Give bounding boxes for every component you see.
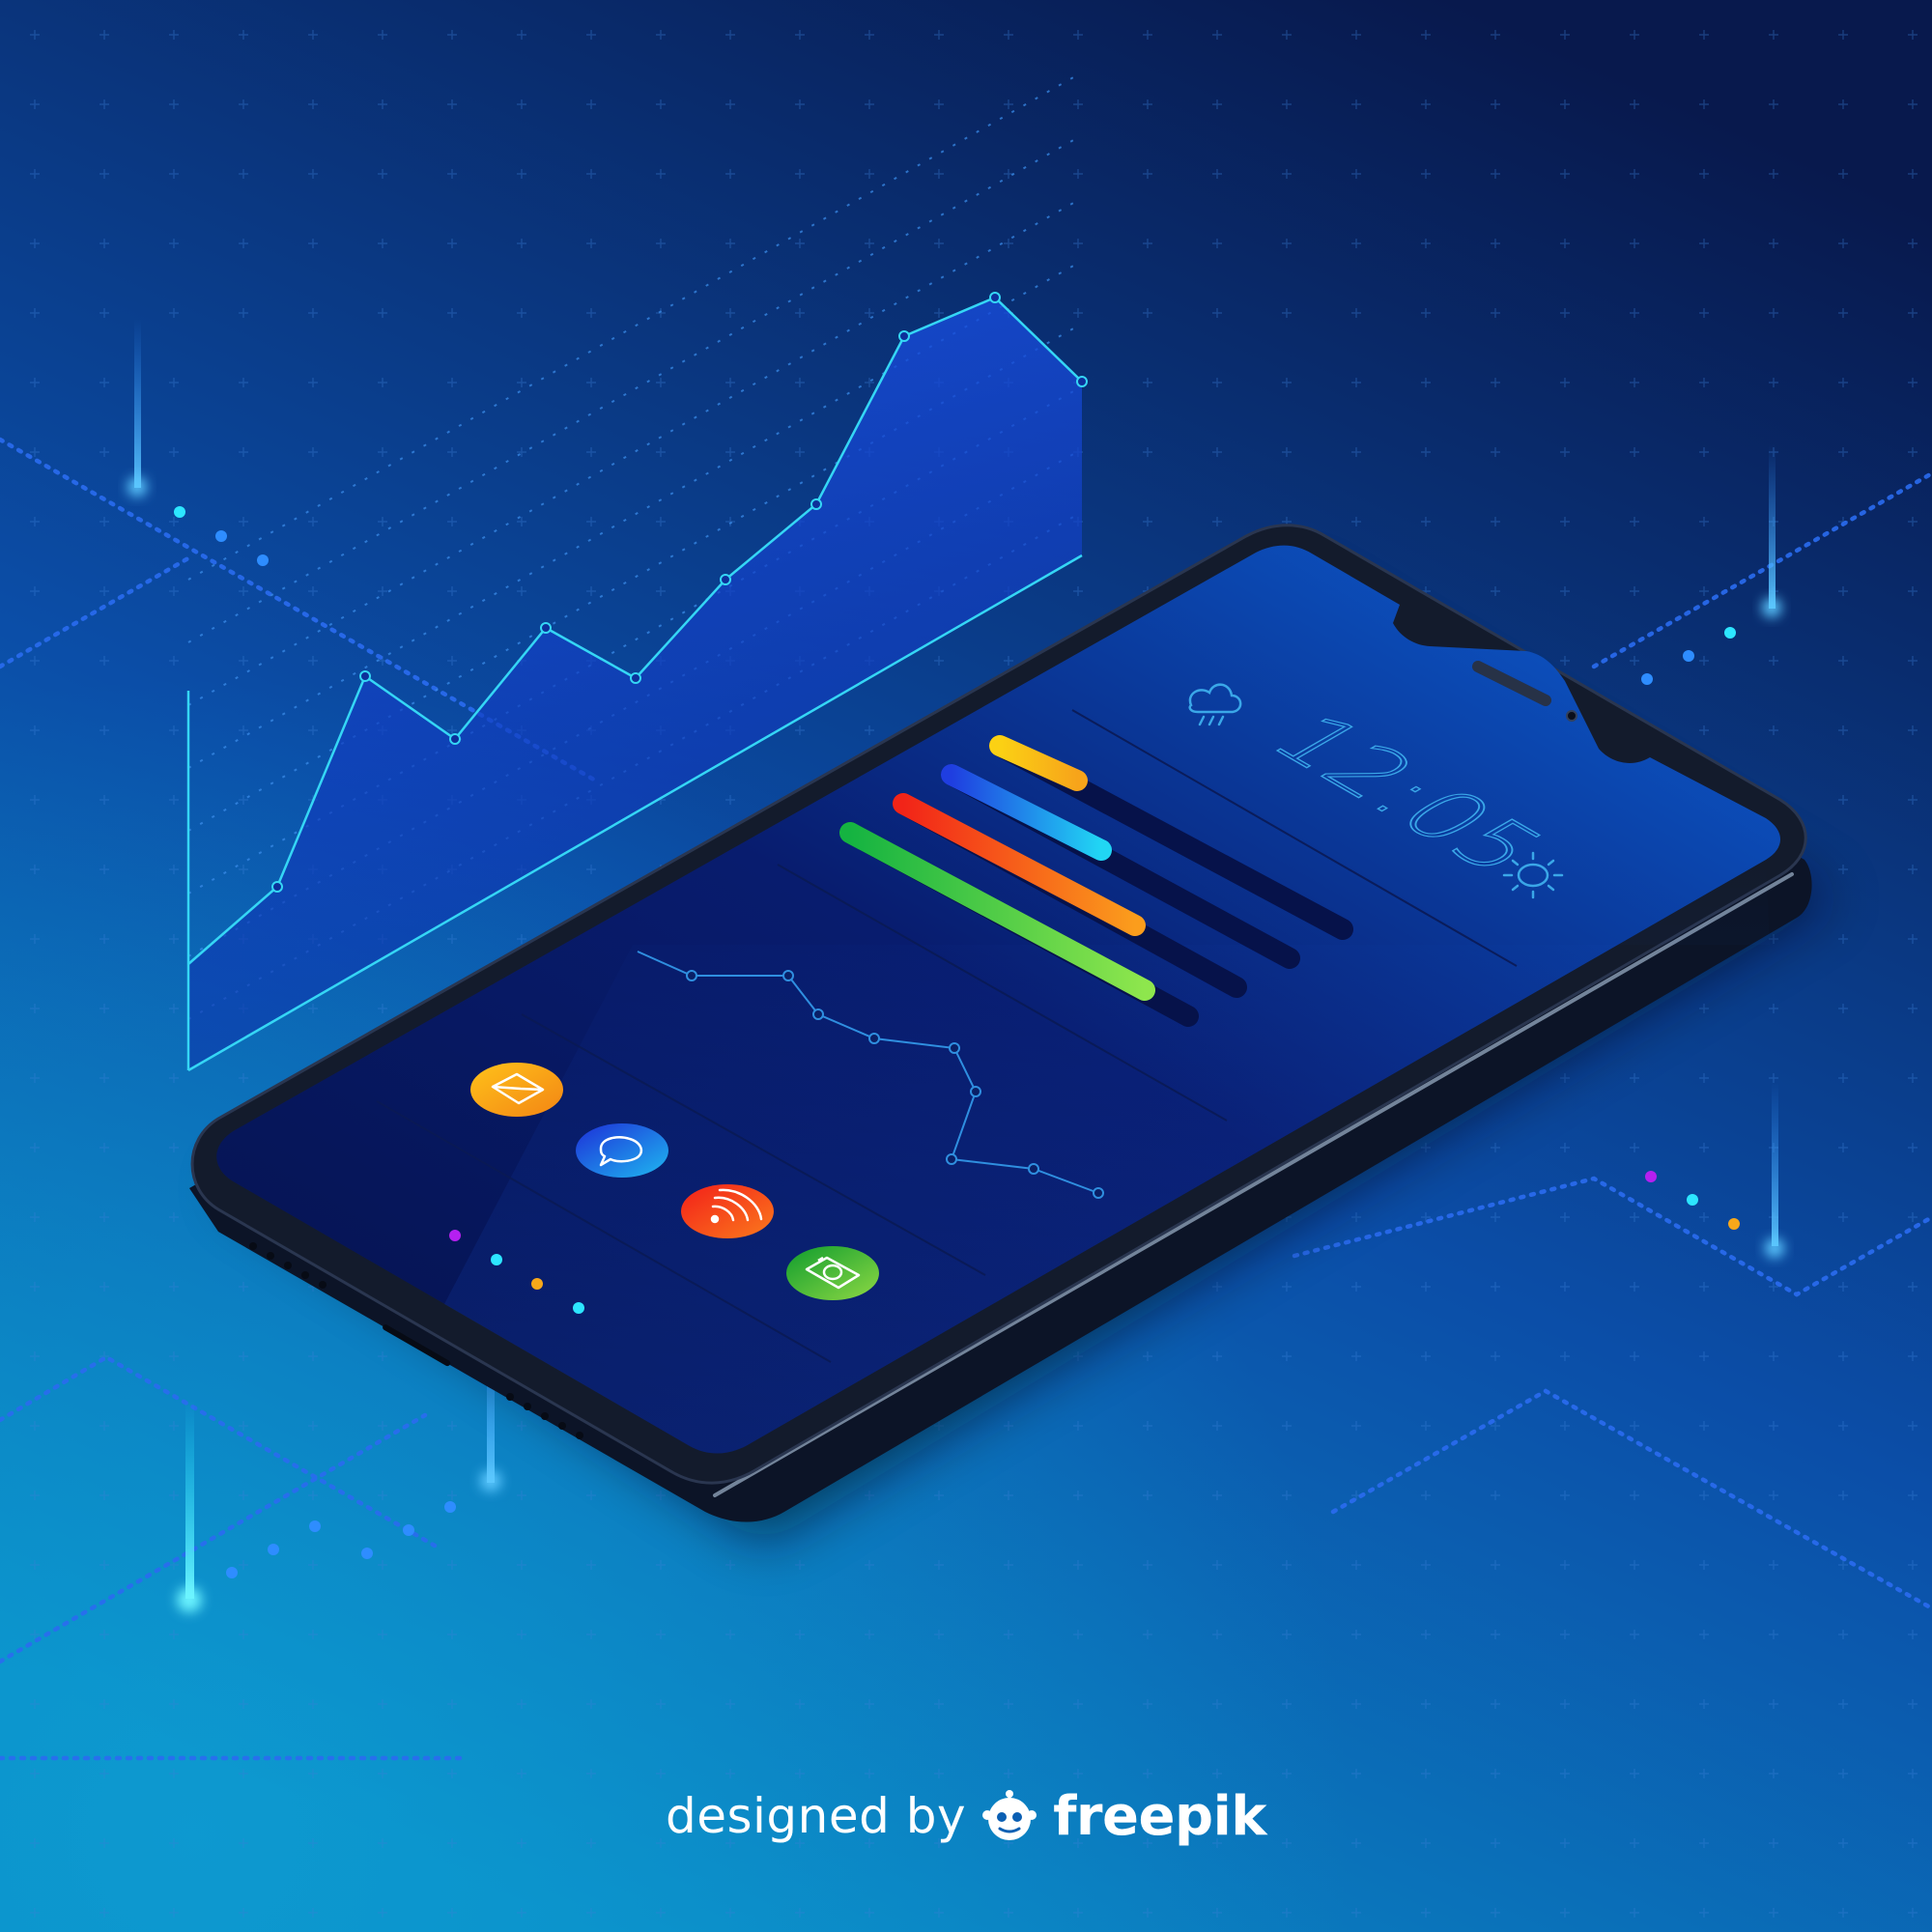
chat-app-button[interactable]: [576, 1123, 668, 1178]
indicator-dot: [491, 1254, 502, 1265]
indicator-dot: [449, 1230, 461, 1241]
isometric-phone-illustration: 12:05: [0, 0, 1932, 1932]
camera-app-button[interactable]: [786, 1246, 879, 1300]
credit-prefix: designed by: [665, 1788, 967, 1844]
attribution: designed by freepik: [0, 1777, 1932, 1855]
mail-app-button[interactable]: [470, 1063, 563, 1117]
rss-app-button[interactable]: [681, 1184, 774, 1238]
credit-brand: freepik: [1053, 1784, 1267, 1848]
indicator-dot: [531, 1278, 543, 1290]
front-camera: [1566, 710, 1577, 722]
freepik-logo-icon: [982, 1790, 1037, 1840]
illustration-canvas: 12:05 designed by freepik: [0, 0, 1932, 1932]
indicator-dot: [573, 1302, 584, 1314]
